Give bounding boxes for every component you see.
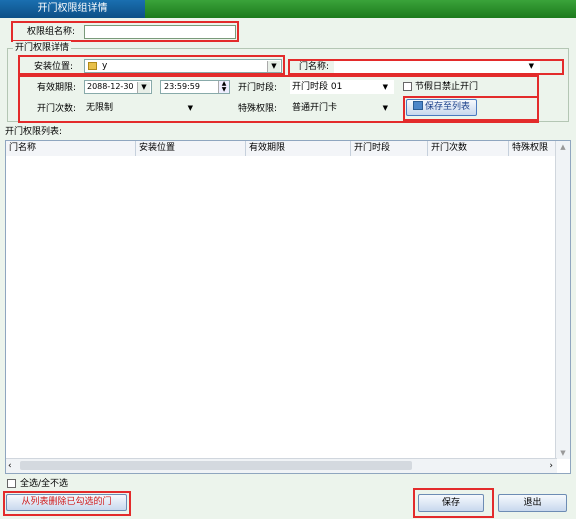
highlight-group-name [11,21,239,42]
details-group-legend: 开门权限详情 [13,41,72,55]
highlight-install-location [18,55,285,75]
horizontal-scrollbar-thumb[interactable] [20,461,412,470]
column-header-door-name[interactable]: 门名称 [6,141,136,156]
scroll-left-icon[interactable]: ‹ [8,459,12,473]
window-title: 开门权限组详情 [0,0,145,18]
highlight-delete-selected [3,491,131,516]
scroll-down-icon[interactable]: ▼ [556,447,570,459]
column-header-install-location[interactable]: 安装位置 [136,141,246,156]
select-all-checkbox[interactable] [7,479,16,488]
vertical-scrollbar[interactable]: ▲ ▼ [555,141,570,459]
column-header-open-period[interactable]: 开门时段 [351,141,428,156]
horizontal-scrollbar[interactable]: ‹ › [6,458,557,473]
column-header-validity[interactable]: 有效期限 [246,141,351,156]
scroll-right-icon[interactable]: › [549,459,553,473]
highlight-door-name [288,59,564,75]
permission-list-label: 开门权限列表: [5,127,63,137]
scroll-up-icon[interactable]: ▲ [556,141,570,153]
column-header-special-permission[interactable]: 特殊权限 [509,141,556,156]
permission-list-table[interactable]: 门名称 安装位置 有效期限 开门时段 开门次数 特殊权限 ▲ ▼ ‹ › [5,140,571,474]
highlight-save-button [413,488,494,518]
select-all-label: 全选/全不选 [20,479,69,489]
highlight-save-to-list [403,96,539,121]
column-header-open-count[interactable]: 开门次数 [428,141,509,156]
exit-button[interactable]: 退出 [498,494,567,512]
